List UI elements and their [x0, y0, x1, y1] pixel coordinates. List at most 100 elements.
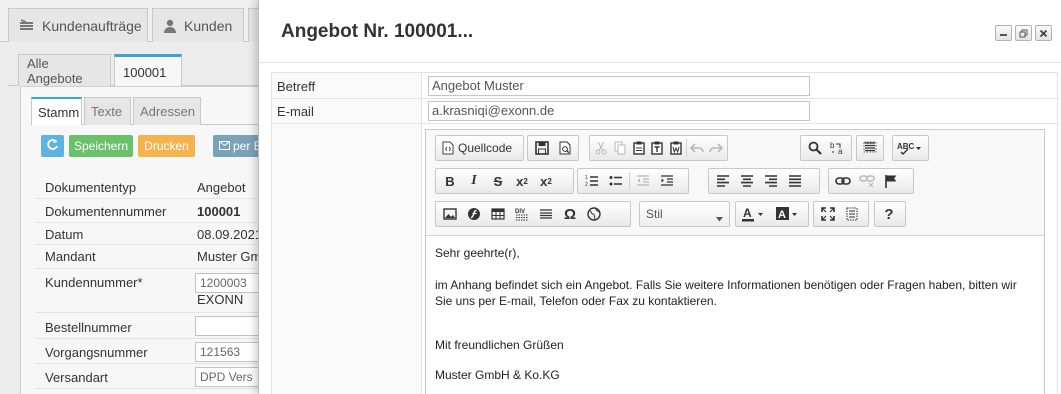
background-color-icon: A: [775, 206, 803, 222]
tab-adressen[interactable]: Adressen: [133, 97, 201, 125]
company-line: Muster GmbH & Ko.KG: [435, 368, 560, 382]
view-group: [813, 201, 869, 227]
copy-icon[interactable]: [611, 137, 630, 159]
save-doc-icon[interactable]: [530, 137, 553, 159]
title-divider: [259, 62, 1061, 63]
field-label: Bestellnummer: [45, 320, 132, 335]
preview-icon[interactable]: [553, 137, 576, 159]
field-row: Dokumententyp Angebot: [35, 175, 271, 199]
replace-icon[interactable]: ba: [826, 137, 849, 159]
restore-button[interactable]: [1015, 25, 1032, 41]
stack-icon: [19, 18, 35, 33]
redo-icon[interactable]: [706, 137, 725, 159]
restore-icon: [1019, 26, 1028, 41]
numbered-list-icon[interactable]: 12: [580, 170, 604, 192]
special-char-icon[interactable]: Ω: [558, 203, 582, 225]
italic-icon[interactable]: I: [462, 170, 486, 192]
link-icon[interactable]: [831, 170, 855, 192]
save-button-label: Speichern: [73, 139, 129, 153]
svg-text:A: A: [778, 209, 786, 221]
superscript-icon[interactable]: x2: [534, 170, 558, 192]
field-row: Versandart DPD Vers: [35, 364, 275, 389]
flash-icon[interactable]: [462, 203, 486, 225]
align-left-icon[interactable]: [711, 170, 735, 192]
undo-icon[interactable]: [688, 137, 707, 159]
anchor-flag-icon[interactable]: [879, 170, 903, 192]
iframe-globe-icon[interactable]: [582, 203, 606, 225]
input-value: 1200003: [200, 276, 247, 290]
select-all-icon[interactable]: [859, 137, 881, 159]
toolbar-separator: [629, 172, 630, 190]
close-button[interactable]: [1035, 25, 1052, 41]
bold-icon[interactable]: B: [438, 170, 462, 192]
tab-stamm[interactable]: Stamm: [31, 97, 82, 125]
field-row: Datum 08.09.2021: [35, 223, 271, 245]
subject-input[interactable]: Angebot Muster: [428, 76, 810, 96]
document-group: [527, 135, 579, 161]
greeting-line: Sehr geehrte(r),: [435, 246, 520, 260]
email-input[interactable]: a.krasniqi@exonn.de: [428, 101, 810, 121]
bullet-list-icon[interactable]: [604, 170, 628, 192]
subject-label: Betreff: [277, 79, 316, 94]
print-button[interactable]: Drucken: [138, 135, 195, 157]
field-label: Dokumententyp: [45, 180, 137, 195]
refresh-button[interactable]: [41, 135, 64, 157]
subscript-icon[interactable]: x2: [510, 170, 534, 192]
basic-style-group: B I S x2 x2: [435, 168, 574, 194]
field-row: Mandant Muster Gmb: [35, 245, 271, 269]
source-code-button[interactable]: Quellcode: [458, 141, 516, 155]
maximize-icon[interactable]: [816, 203, 840, 225]
svg-text:b: b: [830, 141, 835, 150]
text-color-button[interactable]: A: [738, 203, 772, 225]
field-label: Vorgangsnummer: [45, 345, 148, 360]
tab-texte[interactable]: Texte: [84, 97, 131, 125]
find-icon[interactable]: [803, 137, 826, 159]
help-icon[interactable]: ?: [877, 203, 901, 225]
find-group: ba: [800, 135, 852, 161]
indent-icon[interactable]: [655, 170, 679, 192]
field-label: Kundennummer*: [45, 275, 143, 290]
minimize-icon: [999, 26, 1008, 41]
tab-label: Alle Angebote: [27, 55, 83, 86]
save-button[interactable]: Speichern: [69, 135, 133, 157]
outdent-icon[interactable]: [631, 170, 655, 192]
tab-kunden[interactable]: Kunden: [152, 8, 244, 42]
strikethrough-icon[interactable]: S: [486, 170, 510, 192]
input-value: 121563: [200, 345, 241, 359]
style-select[interactable]: Stil: [639, 201, 730, 227]
field-label: Versandart: [45, 370, 108, 385]
show-blocks-icon[interactable]: [840, 203, 864, 225]
align-right-icon[interactable]: [759, 170, 783, 192]
tab-100001[interactable]: 100001: [114, 54, 182, 87]
svg-text:DIV: DIV: [515, 209, 525, 215]
paste-word-icon[interactable]: [666, 137, 685, 159]
background-color-button[interactable]: A: [772, 203, 806, 225]
paste-text-icon[interactable]: [648, 137, 667, 159]
print-button-label: Drucken: [144, 139, 189, 153]
smiley-icon[interactable]: DIV: [510, 203, 534, 225]
table-icon[interactable]: [486, 203, 510, 225]
minimize-button[interactable]: [995, 25, 1012, 41]
tab-alle-angebote[interactable]: Alle Angebote: [18, 54, 111, 86]
refresh-icon: [46, 138, 59, 154]
body-line-1: im Anhang befindet sich ein Angebot. Fal…: [435, 278, 1017, 292]
body-line-2: Sie uns per E-mail, Telefon oder Fax zu …: [435, 294, 717, 308]
editor-content[interactable]: Sehr geehrte(r), im Anhang befindet sich…: [426, 236, 1044, 394]
cut-icon[interactable]: [592, 137, 611, 159]
dialog-title: Angebot Nr. 100001...: [281, 21, 474, 42]
horizontal-rule-icon[interactable]: [534, 203, 558, 225]
email-label: E-mail: [277, 104, 314, 119]
unlink-icon[interactable]: [855, 170, 879, 192]
align-justify-icon[interactable]: [783, 170, 807, 192]
spellcheck-icon[interactable]: ABC: [895, 137, 925, 159]
spellcheck-group: ABC: [892, 135, 929, 161]
svg-text:a: a: [838, 147, 843, 155]
tab-kundenauftraege[interactable]: Kundenaufträge: [8, 8, 148, 42]
image-icon[interactable]: [438, 203, 462, 225]
field-row: Bestellnummer: [35, 313, 275, 339]
field-value: 100001: [197, 204, 241, 219]
align-center-icon[interactable]: [735, 170, 759, 192]
document-panel: Stamm Texte Adressen Speichern Drucken p…: [20, 86, 275, 394]
paste-icon[interactable]: [629, 137, 648, 159]
person-icon: [163, 19, 177, 33]
